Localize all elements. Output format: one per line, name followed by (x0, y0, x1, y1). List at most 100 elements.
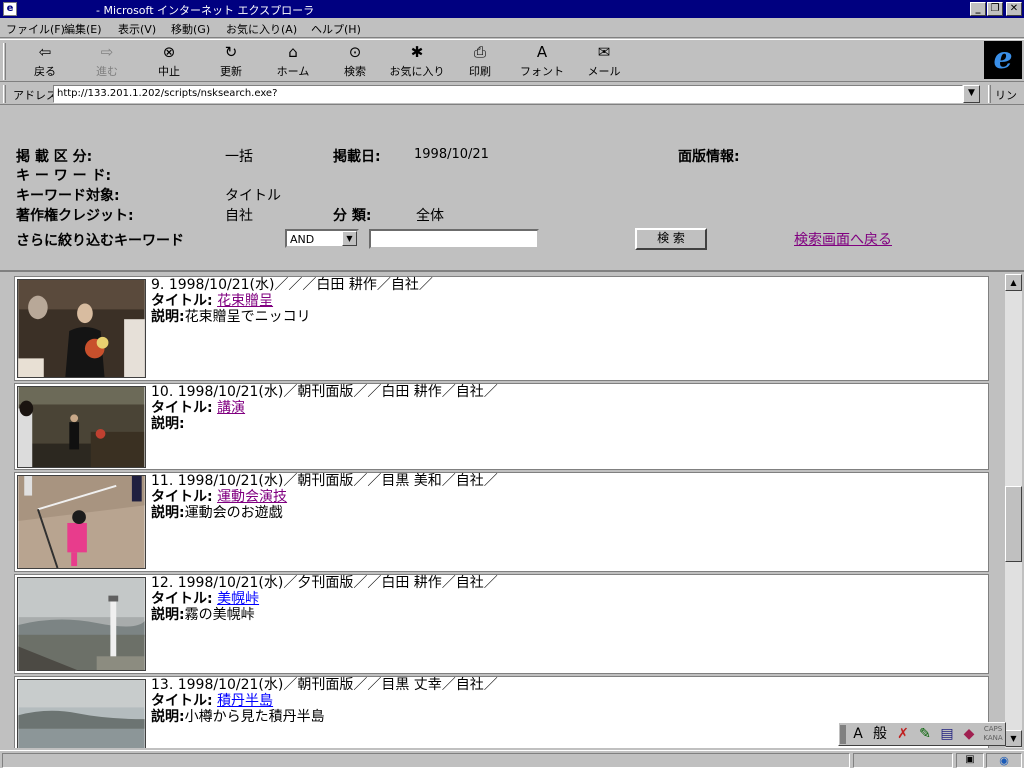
result-meta: 1998/10/21(水)／朝刊面版／／目黒 丈幸／自社／ (177, 677, 498, 693)
ime-mode-button[interactable]: A (848, 725, 868, 744)
copyright-value: 自社 (225, 208, 253, 224)
publish-date-value: 1998/10/21 (414, 147, 489, 162)
window-title: - Microsoft インターネット エクスプローラ (96, 4, 315, 17)
minimize-button[interactable]: _ (970, 2, 986, 16)
ime-conversion-button[interactable]: 般 (869, 725, 891, 744)
result-row: 9. 1998/10/21(水)／／／白田 耕作／自社／ タイトル: 花束贈呈 … (14, 276, 989, 381)
result-title-link[interactable]: 花束贈呈 (217, 293, 273, 309)
keyword-target-label: キーワード対象: (16, 188, 120, 204)
photo-sports-day (17, 475, 146, 569)
search-submit-button[interactable]: 検 索 (635, 228, 707, 250)
result-description: 小樽から見た積丹半島 (184, 709, 325, 725)
result-meta: 1998/10/21(水)／／／白田 耕作／自社／ (168, 277, 433, 293)
desc-label: 説明: (151, 416, 185, 432)
print-button[interactable]: ⎙ 印刷 (454, 42, 506, 80)
home-button[interactable]: ⌂ ホーム (267, 42, 319, 80)
result-number: 11. (151, 473, 174, 489)
operator-select[interactable]: AND ▼ (285, 229, 359, 248)
title-label: タイトル: (151, 400, 213, 416)
address-input[interactable]: http://133.201.1.202/scripts/nsksearch.e… (53, 85, 963, 103)
desc-label: 説明: (151, 505, 185, 521)
result-number: 9. (151, 277, 165, 293)
forward-button[interactable]: ⇨ 進む (81, 42, 133, 80)
menu-view[interactable]: 表示(V) (118, 21, 156, 37)
desc-label: 説明: (151, 309, 185, 325)
scroll-down-arrow-icon[interactable]: ▼ (1005, 730, 1022, 747)
ie-document-icon[interactable]: e (3, 2, 17, 16)
menu-favorites[interactable]: お気に入り(A) (226, 21, 297, 37)
result-meta: 1998/10/21(水)／朝刊面版／／目黒 美和／自社／ (177, 473, 498, 489)
scroll-up-arrow-icon[interactable]: ▲ (1005, 274, 1022, 291)
result-title-link[interactable]: 講演 (217, 400, 245, 416)
ime-caps-kana-icon: CAPS KANA (983, 725, 1003, 742)
refresh-button[interactable]: ↻ 更新 (205, 42, 257, 80)
close-button[interactable]: ✕ (1006, 2, 1022, 16)
menu-file[interactable]: ファイル(F) (6, 21, 65, 37)
internet-zone-icon: ◉ (986, 753, 1022, 768)
title-label: タイトル: (151, 293, 213, 309)
favorites-button[interactable]: ✱ お気に入り (386, 42, 448, 80)
title-label: タイトル: (151, 693, 213, 709)
result-number: 13. (151, 677, 174, 693)
title-label: タイトル: (151, 489, 213, 505)
result-info: 9. 1998/10/21(水)／／／白田 耕作／自社／ タイトル: 花束贈呈 … (151, 277, 433, 325)
mail-icon: ✉ (597, 43, 611, 61)
ime-dictionary-icon[interactable]: ✎ (915, 725, 935, 744)
menu-help[interactable]: ヘルプ(H) (311, 21, 361, 37)
copyright-label: 著作権クレジット: (16, 208, 134, 224)
title-label: タイトル: (151, 591, 213, 607)
browser-window: e - Microsoft インターネット エクスプローラ _ ❐ ✕ ファイル… (0, 0, 1024, 768)
back-to-search-link[interactable]: 検索画面へ戻る (794, 229, 892, 249)
result-title-link[interactable]: 運動会演技 (217, 489, 287, 505)
scroll-thumb[interactable] (1005, 486, 1022, 562)
toolbar-grip[interactable] (3, 43, 6, 80)
edition-info-label: 面版情報: (678, 149, 740, 165)
search-button[interactable]: ⊙ 検索 (329, 42, 381, 80)
result-info: 13. 1998/10/21(水)／朝刊面版／／目黒 丈幸／自社／ タイトル: … (151, 677, 498, 725)
restore-button[interactable]: ❐ (987, 2, 1003, 16)
ime-toolbar: A 般 ✗ ✎ ▤ ◆ CAPS KANA (838, 722, 1006, 746)
stop-button[interactable]: ⊗ 中止 (143, 42, 195, 80)
status-bar: ▣ ◉ (0, 750, 1024, 768)
keyword-label: キ ー ワ ー ド: (16, 168, 112, 184)
links-grip[interactable] (988, 85, 991, 103)
result-info: 11. 1998/10/21(水)／朝刊面版／／目黒 美和／自社／ タイトル: … (151, 473, 498, 521)
font-button[interactable]: A フォント (516, 42, 568, 80)
ime-pad-icon[interactable]: ▤ (937, 725, 957, 744)
result-row: 12. 1998/10/21(水)／夕刊面版／／白田 耕作／自社／ タイトル: … (14, 574, 989, 674)
chevron-down-icon[interactable]: ▼ (342, 231, 357, 246)
status-text-pane (2, 753, 850, 768)
address-grip[interactable] (3, 85, 6, 103)
search-icon: ⊙ (348, 43, 362, 61)
mail-button[interactable]: ✉ メール (578, 42, 630, 80)
standard-toolbar: ⇦ 戻る ⇨ 進む ⊗ 中止 ↻ 更新 ⌂ ホーム ⊙ 検索 ✱ お気に入り ⎙ (0, 39, 1024, 82)
menu-edit[interactable]: 編集(E) (64, 21, 102, 37)
result-row: 10. 1998/10/21(水)／朝刊面版／／白田 耕作／自社／ タイトル: … (14, 383, 989, 470)
result-number: 10. (151, 384, 174, 400)
result-title-link[interactable]: 美幌峠 (217, 591, 259, 607)
refine-keyword-label: さらに絞り込むキーワード (16, 233, 184, 249)
result-title-link[interactable]: 積丹半島 (217, 693, 273, 709)
results-list: 9. 1998/10/21(水)／／／白田 耕作／自社／ タイトル: 花束贈呈 … (0, 274, 1004, 748)
title-bar[interactable]: e - Microsoft インターネット エクスプローラ _ ❐ ✕ (0, 0, 1024, 18)
ime-grip[interactable] (840, 725, 846, 744)
menu-go[interactable]: 移動(G) (171, 21, 210, 37)
photo-bouquet (17, 279, 146, 378)
refresh-icon: ↻ (224, 43, 238, 61)
refine-keyword-input[interactable] (369, 229, 539, 249)
keyword-target-value: タイトル (225, 188, 281, 204)
result-description: 運動会のお遊戯 (184, 505, 283, 521)
vertical-scrollbar[interactable]: ▲ ▼ (1004, 274, 1022, 748)
result-description: 花束贈呈でニッコリ (184, 309, 311, 325)
photo-lecture (17, 386, 146, 468)
status-progress-pane (853, 753, 953, 768)
back-button[interactable]: ⇦ 戻る (19, 42, 71, 80)
result-info: 10. 1998/10/21(水)／朝刊面版／／白田 耕作／自社／ タイトル: … (151, 384, 498, 432)
forward-arrow-icon: ⇨ (100, 43, 114, 61)
ime-help-icon[interactable]: ◆ (959, 725, 979, 744)
address-dropdown-button[interactable]: ▼ (963, 85, 980, 103)
font-icon: A (536, 43, 548, 61)
print-icon: ⎙ (473, 43, 486, 61)
ime-tool-icon[interactable]: ✗ (893, 725, 913, 744)
address-label: アドレス (13, 89, 57, 102)
